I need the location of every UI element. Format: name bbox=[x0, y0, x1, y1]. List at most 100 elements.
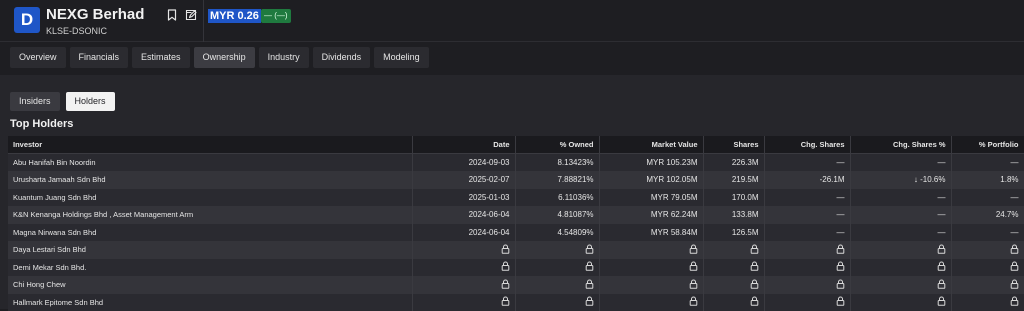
chg-shares-pct-cell: — bbox=[850, 154, 951, 172]
chg-shares-pct-cell: — bbox=[850, 206, 951, 224]
tab-industry[interactable]: Industry bbox=[259, 47, 309, 68]
table-header-row: Investor Date % Owned Market Value Share… bbox=[8, 136, 1024, 154]
locked-cell[interactable] bbox=[599, 259, 703, 277]
table-row-locked[interactable]: Daya Lestari Sdn Bhd bbox=[8, 241, 1024, 259]
bookmark-icon[interactable] bbox=[165, 8, 179, 22]
section-title: Top Holders bbox=[10, 118, 73, 130]
owned-cell: 4.81087% bbox=[515, 206, 599, 224]
locked-cell[interactable] bbox=[599, 241, 703, 259]
locked-cell[interactable] bbox=[412, 276, 515, 294]
locked-cell[interactable] bbox=[764, 259, 850, 277]
locked-cell[interactable] bbox=[515, 259, 599, 277]
table-row[interactable]: K&N Kenanga Holdings Bhd , Asset Managem… bbox=[8, 206, 1024, 224]
locked-cell[interactable] bbox=[850, 259, 951, 277]
tab-dividends[interactable]: Dividends bbox=[313, 47, 371, 68]
portfolio-cell: 24.7% bbox=[951, 206, 1024, 224]
locked-cell[interactable] bbox=[951, 276, 1024, 294]
locked-cell[interactable] bbox=[764, 294, 850, 311]
logo-letter: D bbox=[21, 10, 33, 30]
locked-cell[interactable] bbox=[703, 294, 764, 311]
tab-modeling[interactable]: Modeling bbox=[374, 47, 429, 68]
locked-cell[interactable] bbox=[951, 294, 1024, 311]
locked-cell[interactable] bbox=[951, 241, 1024, 259]
column-header-owned[interactable]: % Owned bbox=[515, 136, 599, 154]
tab-ownership[interactable]: Ownership bbox=[194, 47, 255, 68]
locked-cell[interactable] bbox=[850, 276, 951, 294]
table-row-locked[interactable]: Demi Mekar Sdn Bhd. bbox=[8, 259, 1024, 277]
locked-cell[interactable] bbox=[412, 241, 515, 259]
tab-estimates[interactable]: Estimates bbox=[132, 47, 190, 68]
column-header-date[interactable]: Date bbox=[412, 136, 515, 154]
column-header-shares[interactable]: Shares bbox=[703, 136, 764, 154]
lock-icon bbox=[689, 296, 698, 308]
company-logo: D bbox=[14, 7, 40, 33]
lock-icon bbox=[501, 296, 510, 308]
column-header-chg-shares-pct[interactable]: Chg. Shares % bbox=[850, 136, 951, 154]
shares-cell: 170.0M bbox=[703, 189, 764, 207]
locked-cell[interactable] bbox=[412, 259, 515, 277]
table-row[interactable]: Urusharta Jamaah Sdn Bhd 2025-02-07 7.88… bbox=[8, 171, 1024, 189]
table-row[interactable]: Magna Nirwana Sdn Bhd 2024-06-04 4.54809… bbox=[8, 224, 1024, 242]
shares-cell: 226.3M bbox=[703, 154, 764, 172]
owned-cell: 7.88821% bbox=[515, 171, 599, 189]
column-header-chg-shares[interactable]: Chg. Shares bbox=[764, 136, 850, 154]
locked-cell[interactable] bbox=[599, 276, 703, 294]
portfolio-cell: — bbox=[951, 189, 1024, 207]
investor-cell: Chi Hong Chew bbox=[8, 276, 412, 294]
column-header-investor[interactable]: Investor bbox=[8, 136, 412, 154]
lock-icon bbox=[750, 261, 759, 273]
subtab-holders[interactable]: Holders bbox=[66, 92, 115, 111]
column-header-market-value[interactable]: Market Value bbox=[599, 136, 703, 154]
chg-shares-pct-cell: — bbox=[850, 189, 951, 207]
locked-cell[interactable] bbox=[515, 241, 599, 259]
lock-icon bbox=[1010, 261, 1019, 273]
date-cell: 2025-01-03 bbox=[412, 189, 515, 207]
lock-icon bbox=[689, 261, 698, 273]
shares-cell: 133.8M bbox=[703, 206, 764, 224]
lock-icon bbox=[585, 279, 594, 291]
lock-icon bbox=[585, 261, 594, 273]
table-row-locked[interactable]: Hallmark Epitome Sdn Bhd bbox=[8, 294, 1024, 311]
locked-cell[interactable] bbox=[412, 294, 515, 311]
lock-icon bbox=[937, 279, 946, 291]
shares-cell: 219.5M bbox=[703, 171, 764, 189]
header-divider bbox=[203, 0, 204, 42]
investor-cell: Daya Lestari Sdn Bhd bbox=[8, 241, 412, 259]
locked-cell[interactable] bbox=[515, 294, 599, 311]
date-cell: 2024-06-04 bbox=[412, 224, 515, 242]
column-header-portfolio[interactable]: % Portfolio bbox=[951, 136, 1024, 154]
subtab-insiders[interactable]: Insiders bbox=[10, 92, 60, 111]
lock-icon bbox=[689, 244, 698, 256]
locked-cell[interactable] bbox=[951, 259, 1024, 277]
lock-icon bbox=[937, 244, 946, 256]
table-row-locked[interactable]: Chi Hong Chew bbox=[8, 276, 1024, 294]
investor-cell: Kuantum Juang Sdn Bhd bbox=[8, 189, 412, 207]
chg-shares-cell: — bbox=[764, 189, 850, 207]
tab-overview[interactable]: Overview bbox=[10, 47, 66, 68]
locked-cell[interactable] bbox=[599, 294, 703, 311]
portfolio-cell: — bbox=[951, 154, 1024, 172]
lock-icon bbox=[1010, 296, 1019, 308]
ownership-subtabs: Insiders Holders bbox=[10, 92, 115, 111]
locked-cell[interactable] bbox=[764, 276, 850, 294]
edit-icon[interactable] bbox=[184, 8, 198, 22]
locked-cell[interactable] bbox=[515, 276, 599, 294]
locked-cell[interactable] bbox=[703, 241, 764, 259]
locked-cell[interactable] bbox=[703, 259, 764, 277]
main-tabs: Overview Financials Estimates Ownership … bbox=[10, 47, 429, 68]
tab-financials[interactable]: Financials bbox=[70, 47, 129, 68]
portfolio-cell: 1.8% bbox=[951, 171, 1024, 189]
locked-cell[interactable] bbox=[764, 241, 850, 259]
locked-cell[interactable] bbox=[850, 294, 951, 311]
price-badge: MYR 0.26 bbox=[208, 9, 261, 23]
table-row[interactable]: Kuantum Juang Sdn Bhd 2025-01-03 6.11036… bbox=[8, 189, 1024, 207]
lock-icon bbox=[1010, 244, 1019, 256]
table-row[interactable]: Abu Hanifah Bin Noordin 2024-09-03 8.134… bbox=[8, 154, 1024, 172]
lock-icon bbox=[937, 261, 946, 273]
locked-cell[interactable] bbox=[850, 241, 951, 259]
lock-icon bbox=[501, 244, 510, 256]
locked-cell[interactable] bbox=[703, 276, 764, 294]
market-value-cell: MYR 62.24M bbox=[599, 206, 703, 224]
chg-shares-pct-cell: ↓ -10.6% bbox=[850, 171, 951, 189]
owned-cell: 6.11036% bbox=[515, 189, 599, 207]
